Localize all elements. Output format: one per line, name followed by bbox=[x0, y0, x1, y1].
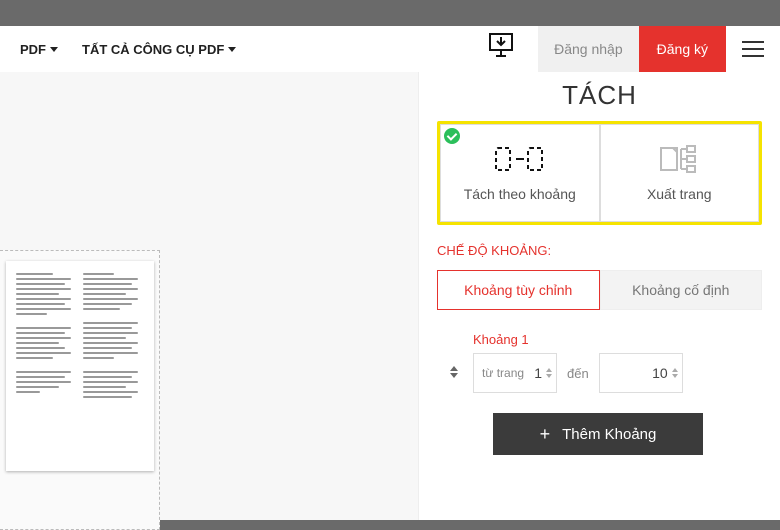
tab-fixed-range[interactable]: Khoảng cố định bbox=[600, 270, 763, 310]
mode-range-label: Tách theo khoảng bbox=[464, 186, 576, 202]
nav-all-tools-dropdown[interactable]: TẤT CẢ CÔNG CỤ PDF bbox=[70, 42, 248, 57]
range-1-title: Khoảng 1 bbox=[473, 332, 683, 347]
mode-extract-pages[interactable]: Xuất trang bbox=[600, 124, 760, 222]
caret-down-icon bbox=[50, 47, 58, 52]
login-label: Đăng nhập bbox=[554, 41, 623, 57]
from-page-value: 1 bbox=[534, 365, 542, 381]
split-mode-selector: Tách theo khoảng Xuất trang bbox=[437, 121, 762, 225]
login-button[interactable]: Đăng nhập bbox=[538, 26, 639, 72]
to-page-input[interactable]: 10 bbox=[599, 353, 683, 393]
top-navbar: PDF TẤT CẢ CÔNG CỤ PDF Đăng nhập Đăng ký bbox=[0, 26, 780, 72]
mode-split-by-range[interactable]: Tách theo khoảng bbox=[440, 124, 600, 222]
hamburger-icon bbox=[742, 41, 764, 57]
nav-pdf-dropdown[interactable]: PDF bbox=[8, 42, 70, 57]
signup-label: Đăng ký bbox=[657, 41, 708, 57]
tab-custom-range[interactable]: Khoảng tùy chỉnh bbox=[437, 270, 600, 310]
hamburger-menu-button[interactable] bbox=[726, 26, 780, 72]
add-range-button[interactable]: + Thêm Khoảng bbox=[493, 413, 703, 455]
extract-pages-icon bbox=[651, 142, 707, 176]
arrow-up-icon bbox=[450, 366, 458, 371]
to-page-value: 10 bbox=[652, 365, 668, 381]
from-page-label: từ trang bbox=[482, 366, 524, 380]
page-preview-area bbox=[0, 72, 418, 520]
arrow-down-icon bbox=[450, 373, 458, 378]
to-page-stepper[interactable] bbox=[672, 368, 678, 378]
split-options-panel: TÁCH Tách theo khoảng bbox=[418, 72, 780, 520]
split-range-icon bbox=[492, 142, 548, 176]
download-desktop-icon[interactable] bbox=[486, 30, 516, 65]
caret-down-icon bbox=[228, 47, 236, 52]
page-range-group[interactable] bbox=[0, 250, 160, 530]
nav-pdf-label: PDF bbox=[20, 42, 46, 57]
mode-extract-label: Xuất trang bbox=[647, 186, 712, 202]
range-1-row: Khoảng 1 từ trang 1 đến 10 bbox=[445, 332, 762, 393]
signup-button[interactable]: Đăng ký bbox=[639, 26, 726, 72]
from-page-stepper[interactable] bbox=[546, 368, 552, 378]
page-thumbnail bbox=[6, 261, 154, 471]
to-label: đến bbox=[567, 366, 589, 381]
range-mode-section-label: CHẾ ĐỘ KHOẢNG: bbox=[437, 243, 762, 258]
add-range-label: Thêm Khoảng bbox=[562, 426, 656, 443]
nav-all-tools-label: TẤT CẢ CÔNG CỤ PDF bbox=[82, 42, 224, 57]
panel-title: TÁCH bbox=[437, 80, 762, 111]
plus-icon: + bbox=[540, 424, 551, 445]
from-page-input[interactable]: từ trang 1 bbox=[473, 353, 557, 393]
tab-custom-label: Khoảng tùy chỉnh bbox=[464, 282, 572, 298]
reorder-handle[interactable] bbox=[445, 361, 463, 383]
tab-fixed-label: Khoảng cố định bbox=[632, 282, 729, 298]
check-icon bbox=[444, 128, 460, 144]
range-mode-tabs: Khoảng tùy chỉnh Khoảng cố định bbox=[437, 270, 762, 310]
